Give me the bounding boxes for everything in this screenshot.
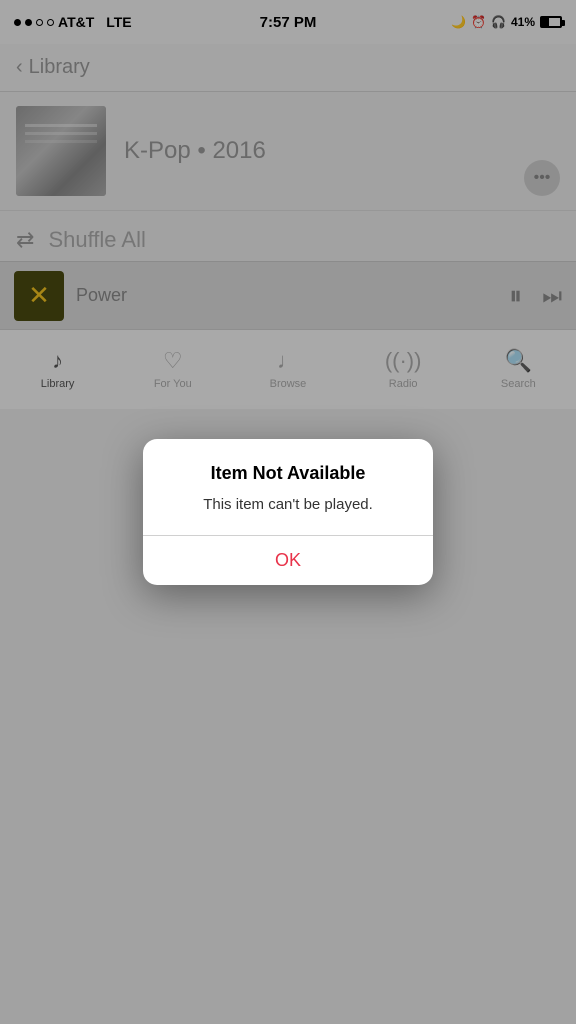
modal-overlay: Item Not Available This item can't be pl… bbox=[0, 0, 576, 1024]
alert-message: This item can't be played. bbox=[163, 494, 413, 515]
alert-body: Item Not Available This item can't be pl… bbox=[143, 439, 433, 535]
alert-title: Item Not Available bbox=[163, 463, 413, 484]
alert-ok-button[interactable]: OK bbox=[143, 536, 433, 585]
alert-dialog: Item Not Available This item can't be pl… bbox=[143, 439, 433, 585]
